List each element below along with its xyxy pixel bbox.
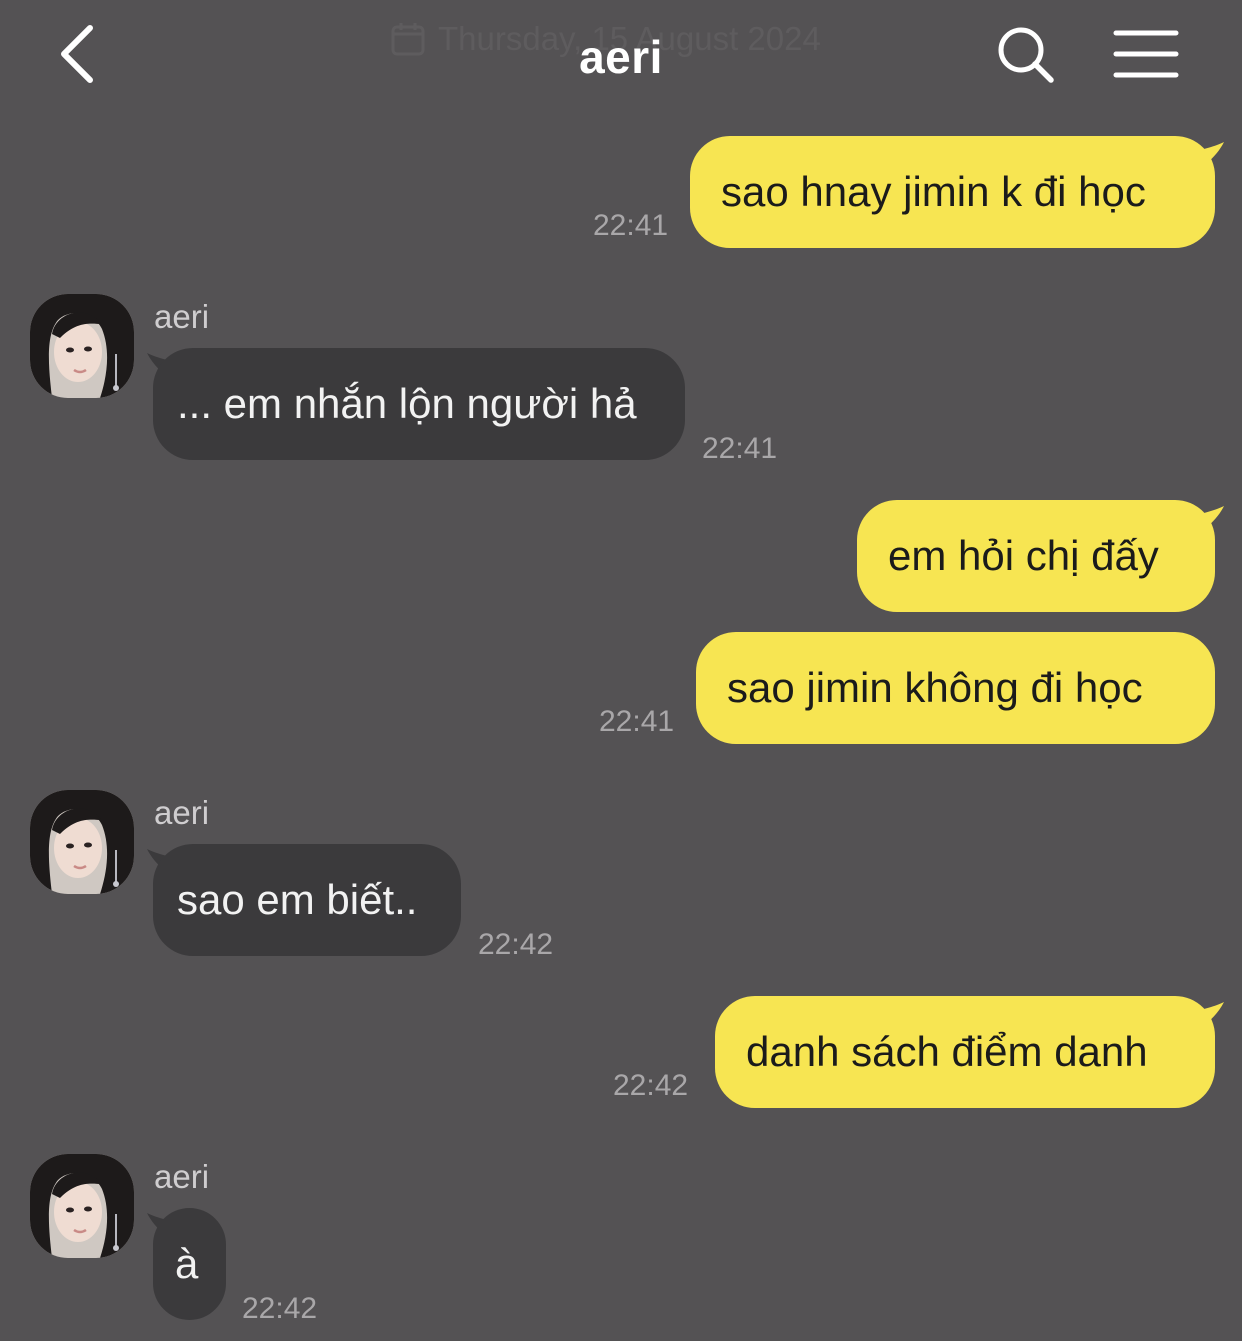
hamburger-menu-icon bbox=[1113, 30, 1179, 78]
message-text: à bbox=[175, 1240, 199, 1287]
message-time: 22:41 bbox=[593, 209, 669, 242]
message-text: sao hnay jimin k đi học bbox=[721, 168, 1146, 215]
chat-screen: Thursday, 15 August 2024 aeri sao hnay j… bbox=[0, 0, 1242, 1341]
message-bubble-outgoing[interactable]: sao hnay jimin k đi học bbox=[690, 136, 1215, 248]
bubble-tail bbox=[1186, 1002, 1224, 1036]
message-text: ... em nhắn lộn người hả bbox=[177, 380, 637, 427]
message-time: 22:41 bbox=[702, 432, 778, 465]
search-icon bbox=[998, 27, 1054, 83]
sender-name: aeri bbox=[154, 1158, 210, 1195]
bubble-tail bbox=[1186, 506, 1224, 540]
sender-name: aeri bbox=[154, 794, 210, 831]
message-time: 22:41 bbox=[599, 705, 675, 738]
message-bubble-outgoing[interactable]: sao jimin không đi học bbox=[696, 632, 1215, 744]
message-time: 22:42 bbox=[478, 928, 554, 961]
message-bubble-incoming[interactable]: sao em biết.. bbox=[153, 844, 461, 956]
message-text: em hỏi chị đấy bbox=[888, 532, 1159, 579]
search-button[interactable] bbox=[995, 24, 1057, 86]
avatar[interactable] bbox=[30, 790, 134, 894]
avatar[interactable] bbox=[30, 1154, 134, 1258]
menu-button[interactable] bbox=[1112, 28, 1180, 80]
message-bubble-incoming[interactable]: à bbox=[153, 1208, 226, 1320]
message-bubble-outgoing[interactable]: em hỏi chị đấy bbox=[857, 500, 1215, 612]
message-time: 22:42 bbox=[613, 1069, 689, 1102]
chat-header: Thursday, 15 August 2024 aeri bbox=[0, 0, 1242, 110]
message-text: danh sách điểm danh bbox=[746, 1028, 1148, 1075]
message-text: sao em biết.. bbox=[177, 876, 418, 923]
message-time: 22:42 bbox=[242, 1292, 318, 1325]
bubble-tail bbox=[1186, 142, 1224, 176]
message-bubble-outgoing[interactable]: danh sách điểm danh bbox=[715, 996, 1215, 1108]
message-text: sao jimin không đi học bbox=[727, 664, 1143, 711]
avatar[interactable] bbox=[30, 294, 134, 398]
sender-name: aeri bbox=[154, 298, 210, 335]
message-bubble-incoming[interactable]: ... em nhắn lộn người hả bbox=[153, 348, 685, 460]
